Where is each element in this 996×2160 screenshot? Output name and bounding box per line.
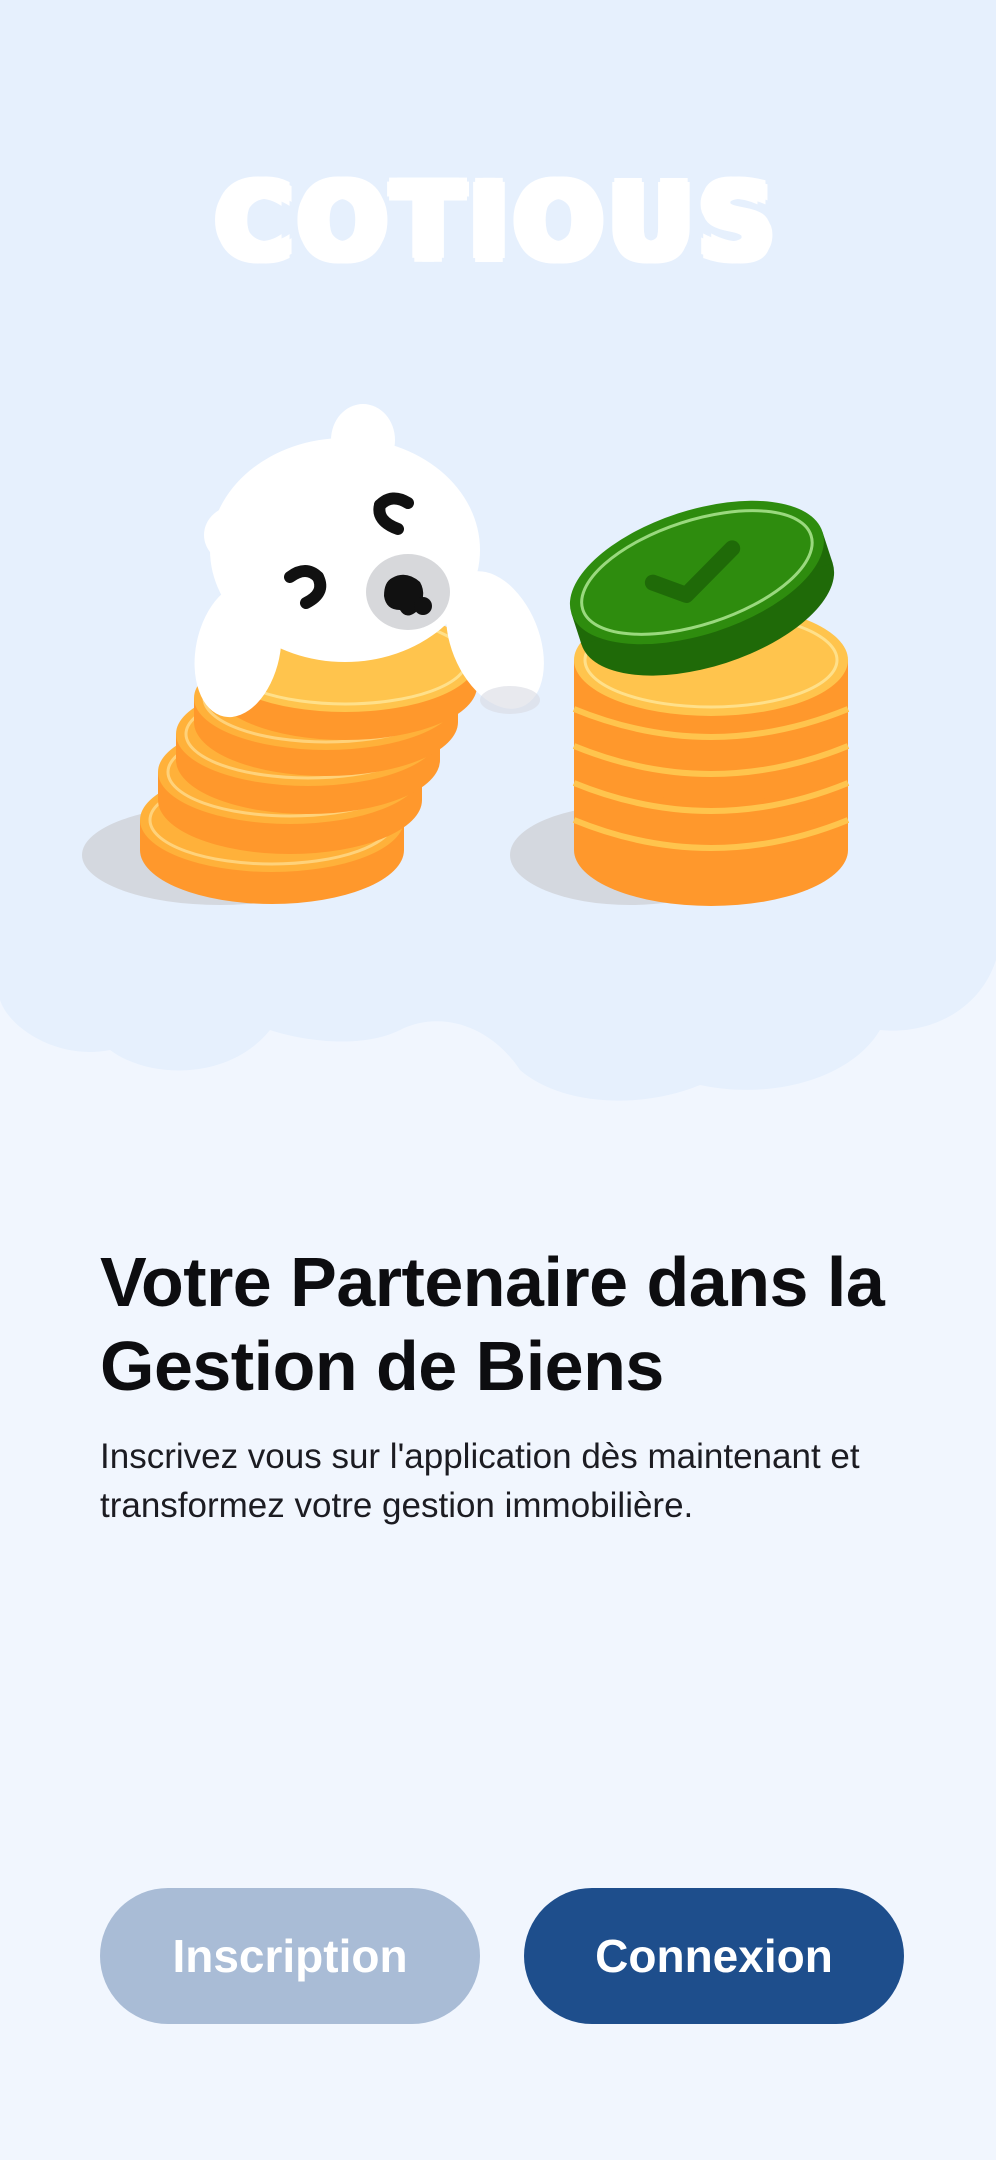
onboarding-screen: COTIOUS Votre Partenaire dans la Gestion… (0, 0, 996, 2160)
page-title: Votre Partenaire dans la Gestion de Bien… (100, 1243, 885, 1405)
app-logo: COTIOUS (215, 161, 781, 283)
login-button[interactable]: Connexion (524, 1888, 904, 2024)
signup-button[interactable]: Inscription (100, 1888, 480, 2024)
hero-illustration: COTIOUS (0, 0, 996, 1110)
page-subtitle: Inscrivez vous sur l'application dès mai… (100, 1437, 860, 1525)
